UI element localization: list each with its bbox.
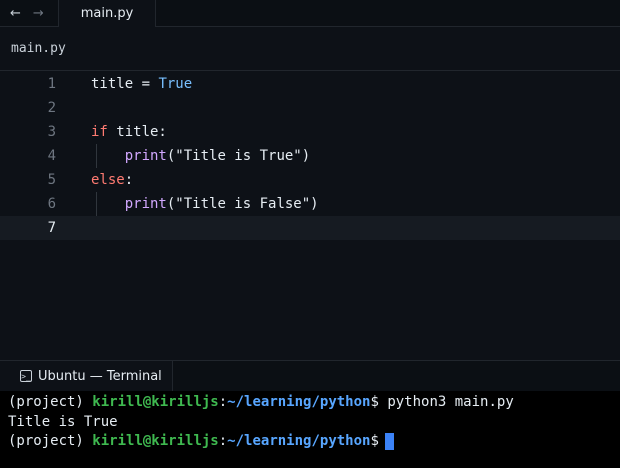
code-line[interactable]: 2	[0, 96, 620, 120]
terminal-icon: >_	[20, 370, 32, 382]
breadcrumb-file[interactable]: main.py	[11, 41, 66, 56]
code-line[interactable]: 1 title = True	[0, 72, 620, 96]
line-number: 2	[47, 100, 56, 116]
code-text: print("Title is True")	[91, 148, 310, 164]
prompt-path: ~/learning/python	[227, 394, 371, 410]
prompt-prefix: (project)	[8, 433, 93, 449]
terminal-prompt-line: (project) kirill@kirilljs:~/learning/pyt…	[8, 432, 612, 452]
terminal-prompt-line: (project) kirill@kirilljs:~/learning/pyt…	[8, 393, 612, 413]
code-editor[interactable]: 1 title = True 2 3 if title: 4 print("Title i…	[0, 72, 620, 360]
editor-tab-bar: ← → main.py	[0, 0, 620, 27]
code-token: ("Title is False")	[166, 196, 319, 212]
prompt-user: kirill@kirilljs	[92, 394, 219, 410]
arrow-right-icon[interactable]: →	[33, 7, 44, 20]
terminal-output-line: Title is True	[8, 413, 118, 430]
prompt-sep: :	[218, 433, 228, 449]
terminal-cursor	[384, 432, 394, 450]
code-token: print	[124, 148, 167, 164]
code-token: :	[124, 172, 134, 188]
code-line[interactable]: 7	[0, 216, 620, 240]
code-token: title:	[107, 124, 167, 140]
code-text: print("Title is False")	[91, 196, 319, 212]
prompt-sep: :	[218, 394, 228, 410]
code-token: print	[124, 196, 167, 212]
line-number: 1	[47, 76, 56, 92]
line-number: 7	[47, 220, 56, 236]
code-text: if title:	[91, 124, 167, 140]
code-line[interactable]: 3 if title:	[0, 120, 620, 144]
code-line[interactable]: 4 print("Title is True")	[0, 144, 620, 168]
arrow-left-icon[interactable]: ←	[10, 7, 21, 20]
terminal-panel[interactable]: (project) kirill@kirilljs:~/learning/pyt…	[0, 391, 620, 468]
line-number: 5	[47, 172, 56, 188]
navigation-buttons: ← →	[0, 0, 58, 26]
line-number: 6	[47, 196, 56, 212]
tab-terminal[interactable]: >_ Ubuntu — Terminal	[0, 361, 173, 391]
breadcrumb: main.py	[0, 27, 620, 71]
tab-main-py[interactable]: main.py	[58, 0, 156, 27]
code-text: title = True	[91, 76, 192, 92]
code-line[interactable]: 6 print("Title is False")	[0, 192, 620, 216]
code-text: else:	[91, 172, 133, 188]
prompt-suffix: $ python3 main.py	[370, 394, 514, 410]
code-token: True	[158, 76, 193, 92]
code-token: if	[91, 124, 108, 140]
code-token: title =	[91, 76, 159, 92]
terminal-tab-label: Ubuntu — Terminal	[38, 368, 162, 384]
code-token: else	[91, 172, 125, 188]
prompt-prefix: (project)	[8, 394, 93, 410]
prompt-suffix: $	[370, 433, 379, 449]
code-line[interactable]: 5 else:	[0, 168, 620, 192]
line-number: 3	[47, 124, 56, 140]
code-token: ("Title is True")	[166, 148, 311, 164]
terminal-tab-bar: >_ Ubuntu — Terminal	[0, 360, 620, 391]
prompt-path: ~/learning/python	[227, 433, 371, 449]
line-number: 4	[47, 148, 56, 164]
prompt-user: kirill@kirilljs	[92, 433, 219, 449]
